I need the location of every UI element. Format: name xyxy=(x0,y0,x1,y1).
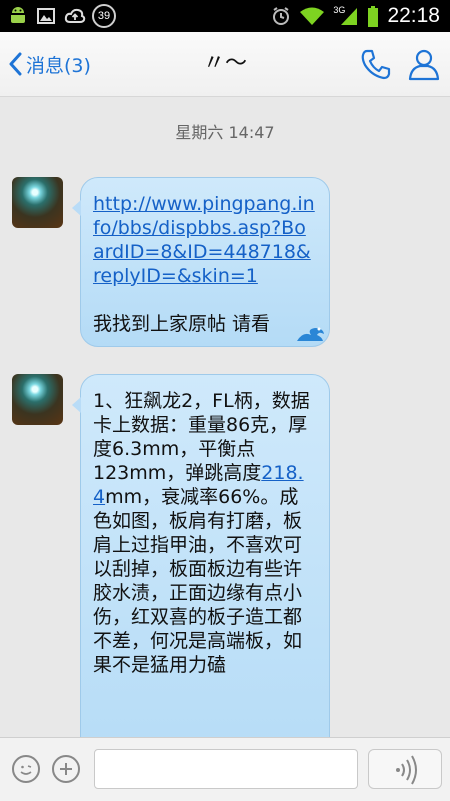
network-type: 3G xyxy=(333,5,346,15)
contact-info-button[interactable] xyxy=(406,46,442,82)
smiley-icon xyxy=(20,765,32,775)
conversation-header: 消息(3) 〃～ xyxy=(0,32,450,97)
status-left-icons: 39 xyxy=(8,4,116,28)
clock: 22:18 xyxy=(387,4,440,27)
contact-avatar[interactable] xyxy=(12,177,63,228)
contact-avatar[interactable] xyxy=(12,374,63,425)
attach-button[interactable] xyxy=(52,755,80,783)
signal-icon: 3G xyxy=(333,5,359,26)
message-timestamp: 星期六 14:47 xyxy=(175,123,275,142)
message-bubble[interactable]: http://www.pingpang.info/bbs/dispbbs.asp… xyxy=(72,177,330,347)
call-button[interactable] xyxy=(358,46,394,82)
back-button[interactable]: 消息(3) xyxy=(8,32,91,96)
android-debug-icon xyxy=(8,6,28,26)
cloud-upload-icon xyxy=(64,6,86,26)
message-input[interactable] xyxy=(94,749,358,789)
compose-bar xyxy=(0,737,450,801)
message-text: 我找到上家原帖 请看 xyxy=(93,313,271,335)
message-content: http://www.pingpang.info/bbs/dispbbs.asp… xyxy=(93,192,315,336)
voice-button[interactable] xyxy=(368,749,442,789)
image-icon xyxy=(36,6,56,26)
wifi-icon xyxy=(299,6,325,26)
message-list[interactable]: 星期六 14:47 http://www.pingpang.info/bbs/d… xyxy=(0,97,450,737)
alarm-icon xyxy=(271,6,291,26)
message-text: mm，衰减率66%。成色如图，板肩有打磨，板肩上过指甲油，不喜欢可以刮掉，板面板… xyxy=(93,486,303,676)
message-link[interactable]: http://www.pingpang.info/bbs/dispbbs.asp… xyxy=(93,193,315,287)
person-icon xyxy=(408,49,440,81)
chevron-left-icon xyxy=(9,52,22,76)
notification-badge: 39 xyxy=(92,4,116,28)
message-content: 1、狂飙龙2，FL柄，数据卡上数据：重量86克，厚度6.3mm，平衡点123mm… xyxy=(93,389,315,677)
wave-decoration-icon xyxy=(297,327,324,341)
status-right-icons: 3G 22:18 xyxy=(271,0,440,32)
back-label: 消息(3) xyxy=(26,54,91,77)
status-bar: 39 3G 22:18 xyxy=(0,0,450,32)
battery-icon xyxy=(367,6,379,27)
voice-wave-icon xyxy=(396,755,417,785)
plus-icon xyxy=(60,763,72,775)
emoji-button[interactable] xyxy=(12,755,40,783)
phone-icon xyxy=(361,49,391,80)
message-bubble[interactable]: 1、狂飙龙2，FL柄，数据卡上数据：重量86克，厚度6.3mm，平衡点123mm… xyxy=(72,374,330,737)
